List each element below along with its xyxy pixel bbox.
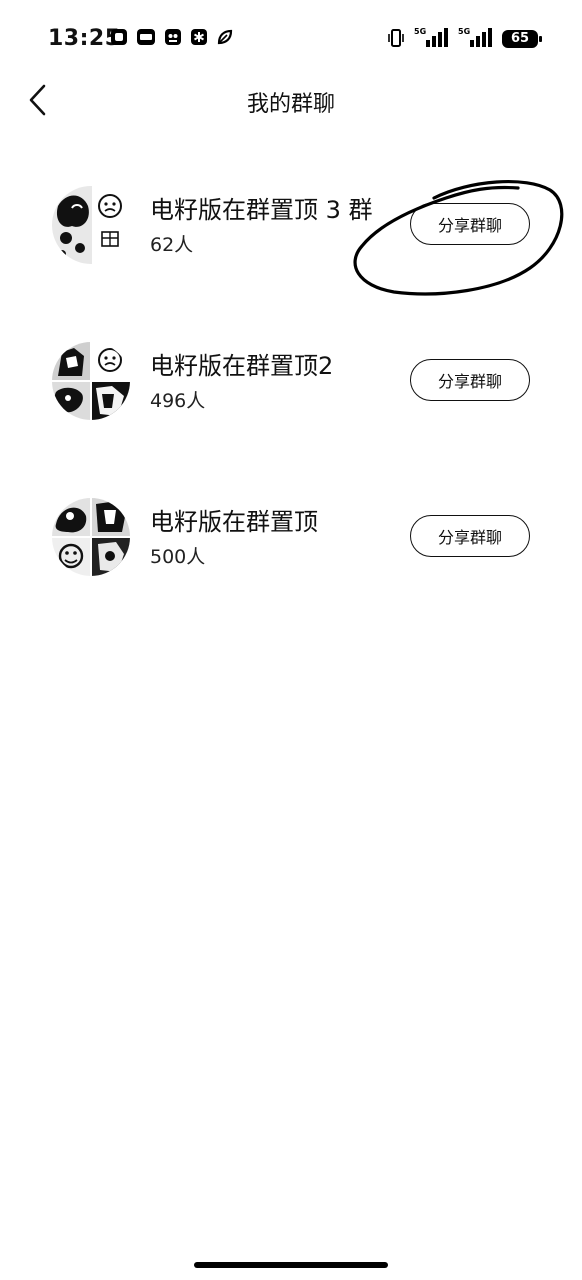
vibrate-icon bbox=[388, 29, 404, 47]
signal-5g-icon-1: 5G bbox=[414, 27, 448, 47]
square-app-icon bbox=[111, 29, 127, 45]
home-indicator[interactable] bbox=[194, 1262, 388, 1268]
share-group-button[interactable]: 分享群聊 bbox=[410, 203, 530, 245]
group-name: 电籽版在群置顶2 bbox=[150, 352, 334, 380]
group-avatar bbox=[52, 186, 130, 264]
signal-5g-icon-2: 5G bbox=[458, 27, 492, 47]
group-list: 电籽版在群置顶 3 群 62人 分享群聊 电籽版在群置顶2 496人 分享群聊 … bbox=[0, 150, 582, 618]
network-label-1: 5G bbox=[414, 27, 426, 36]
asterisk-app-icon bbox=[191, 29, 207, 45]
robot-icon bbox=[165, 29, 181, 45]
group-name: 电籽版在群置顶 bbox=[150, 508, 318, 536]
status-bar: 13:25 5G 5G 65 bbox=[0, 0, 582, 70]
member-count: 496人 bbox=[150, 390, 206, 412]
notification-icons bbox=[110, 28, 234, 46]
group-name: 电籽版在群置顶 3 群 bbox=[150, 196, 373, 224]
group-avatar bbox=[52, 342, 130, 420]
share-group-button[interactable]: 分享群聊 bbox=[410, 515, 530, 557]
member-count: 500人 bbox=[150, 546, 206, 568]
group-avatar bbox=[52, 498, 130, 576]
leaf-icon bbox=[217, 29, 233, 45]
mail-badge-icon bbox=[137, 29, 155, 45]
network-label-2: 5G bbox=[458, 27, 470, 36]
nav-header: 我的群聊 bbox=[0, 70, 582, 132]
group-item[interactable]: 电籽版在群置顶2 496人 分享群聊 bbox=[0, 306, 582, 462]
member-count: 62人 bbox=[150, 234, 194, 256]
page-title: 我的群聊 bbox=[246, 92, 335, 117]
battery-icon: 65 bbox=[502, 30, 542, 48]
group-item[interactable]: 电籽版在群置顶 3 群 62人 分享群聊 bbox=[0, 150, 582, 306]
share-group-button[interactable]: 分享群聊 bbox=[410, 359, 530, 401]
system-status: 5G 5G 65 bbox=[388, 26, 542, 48]
group-item[interactable]: 电籽版在群置顶 500人 分享群聊 bbox=[0, 462, 582, 618]
